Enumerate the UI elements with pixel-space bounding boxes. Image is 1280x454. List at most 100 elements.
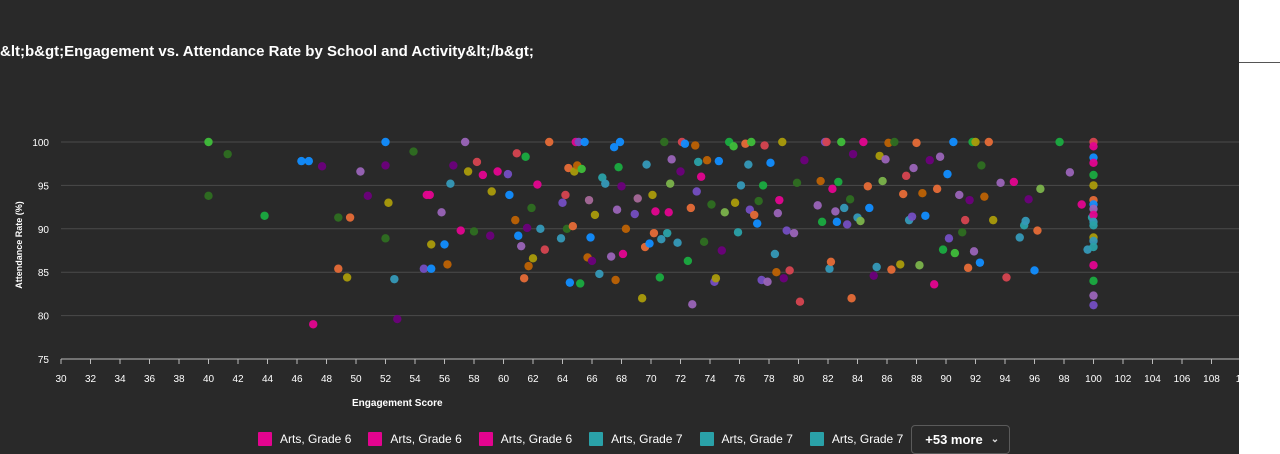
data-point[interactable] [1002,273,1011,282]
data-point[interactable] [493,167,502,176]
data-point[interactable] [996,178,1005,187]
data-point[interactable] [503,169,513,179]
data-point[interactable] [1021,216,1030,226]
data-point[interactable] [606,252,616,261]
data-point[interactable] [694,157,703,167]
data-point[interactable] [915,261,924,270]
data-point[interactable] [576,279,585,288]
data-point[interactable] [714,156,724,166]
data-point[interactable] [665,179,675,188]
data-point[interactable] [514,231,523,240]
data-point[interactable] [869,271,878,280]
data-point[interactable] [921,211,930,220]
data-point[interactable] [800,156,809,165]
legend-item[interactable]: Arts, Grade 6 [258,432,351,446]
data-point[interactable] [440,240,449,249]
data-point[interactable] [831,207,840,216]
data-point[interactable] [944,234,954,243]
data-point[interactable] [1065,168,1075,177]
data-point[interactable] [766,158,775,168]
data-point[interactable] [1033,226,1042,235]
data-point[interactable] [720,208,729,217]
data-point[interactable] [614,162,623,172]
data-point[interactable] [887,265,896,274]
data-point[interactable] [729,142,738,151]
data-point[interactable] [842,220,852,229]
data-point[interactable] [381,234,390,243]
data-point[interactable] [1089,300,1098,310]
data-point[interactable] [1089,181,1098,190]
data-point[interactable] [1015,233,1024,242]
data-point[interactable] [425,190,434,200]
data-point[interactable] [863,182,873,191]
data-point[interactable] [837,137,846,147]
data-point[interactable] [648,190,657,200]
data-point[interactable] [536,224,545,233]
data-point[interactable] [334,264,343,273]
data-point[interactable] [975,258,985,267]
data-point[interactable] [587,256,597,266]
data-point[interactable] [717,246,726,255]
data-point[interactable] [848,149,858,159]
data-point[interactable] [667,155,676,164]
data-point[interactable] [686,203,696,213]
data-point[interactable] [522,223,532,233]
data-point[interactable] [487,187,496,196]
data-point[interactable] [527,203,536,213]
data-point[interactable] [778,137,787,147]
data-point[interactable] [437,208,446,217]
data-point[interactable] [782,226,791,235]
data-point[interactable] [918,189,927,198]
data-point[interactable] [612,205,622,214]
data-point[interactable] [950,248,960,258]
data-point[interactable] [744,160,753,169]
data-point[interactable] [356,167,365,176]
data-point[interactable] [702,156,712,165]
data-point[interactable] [642,160,651,169]
data-point[interactable] [691,141,700,150]
data-point[interactable] [633,194,642,203]
data-point[interactable] [655,273,665,282]
data-point[interactable] [524,261,533,271]
data-point[interactable] [449,161,458,170]
data-point[interactable] [688,300,697,309]
data-point[interactable] [817,217,827,227]
data-point[interactable] [630,209,639,219]
data-point[interactable] [556,234,566,243]
data-point[interactable] [580,137,589,147]
data-point[interactable] [577,164,586,174]
data-point[interactable] [393,314,402,324]
data-point[interactable] [456,226,465,235]
data-point[interactable] [486,231,495,240]
data-point[interactable] [949,137,958,147]
data-point[interactable] [512,149,521,158]
data-point[interactable] [847,294,856,303]
data-point[interactable] [381,161,390,170]
data-point[interactable] [785,266,794,275]
data-point[interactable] [664,208,673,217]
data-point[interactable] [683,256,693,266]
data-point[interactable] [204,137,213,147]
data-point[interactable] [856,216,865,226]
data-point[interactable] [896,260,905,269]
data-point[interactable] [204,191,213,201]
data-point[interactable] [736,181,746,190]
data-point[interactable] [1089,276,1098,286]
data-point[interactable] [443,260,452,269]
data-point[interactable] [615,137,625,147]
data-point[interactable] [971,137,980,147]
data-point[interactable] [342,273,352,282]
data-point[interactable] [545,137,554,147]
data-point[interactable] [832,217,842,227]
data-point[interactable] [519,274,529,283]
data-point[interactable] [984,137,993,147]
data-point[interactable] [955,190,964,200]
data-point[interactable] [826,257,836,266]
data-point[interactable] [649,228,659,238]
data-point[interactable] [673,238,682,247]
data-point[interactable] [533,180,542,189]
data-point[interactable] [977,161,986,170]
data-point[interactable] [750,210,759,220]
data-point[interactable] [1036,184,1045,194]
data-point[interactable] [611,275,620,285]
